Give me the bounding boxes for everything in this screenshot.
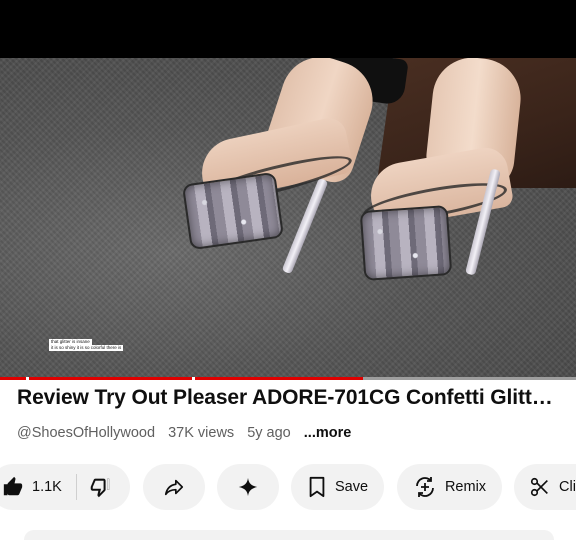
caption-line-2: it is so shiny it is so colorful there i…: [49, 345, 124, 351]
closed-caption: that glitter is insane it is so shiny it…: [49, 339, 124, 351]
bookmark-icon: [307, 476, 327, 498]
more-link[interactable]: ...more: [304, 425, 352, 441]
video-frame-platform-right: [359, 205, 453, 281]
video-title[interactable]: Review Try Out Pleaser ADORE-701CG Confe…: [17, 386, 562, 410]
view-count: 37K views: [168, 425, 235, 441]
remix-button[interactable]: Remix: [397, 464, 502, 510]
ask-button[interactable]: [217, 464, 279, 510]
clip-label: Cli: [559, 479, 576, 495]
channel-handle[interactable]: @ShoesOfHollywood: [17, 425, 155, 441]
comments-card-edge[interactable]: [24, 530, 554, 540]
sparkle-icon: [237, 476, 259, 498]
action-bar: 1.1K Save Remix Cli: [0, 464, 576, 512]
remix-label: Remix: [444, 479, 487, 495]
like-divider: [75, 474, 77, 500]
like-dislike-pill: 1.1K: [0, 464, 130, 510]
share-button[interactable]: [143, 464, 205, 510]
remix-icon: [413, 475, 437, 499]
upload-age: 5y ago: [247, 425, 291, 441]
save-button[interactable]: Save: [291, 464, 384, 510]
clip-button[interactable]: Cli: [514, 464, 576, 510]
video-details: Review Try Out Pleaser ADORE-701CG Confe…: [0, 380, 576, 540]
status-bar: [0, 0, 576, 58]
thumbs-up-icon[interactable]: [2, 476, 24, 498]
video-player[interactable]: that glitter is insane it is so shiny it…: [0, 58, 576, 380]
share-icon: [163, 476, 185, 498]
save-label: Save: [334, 479, 369, 495]
thumbs-down-icon[interactable]: [89, 476, 111, 498]
like-count[interactable]: 1.1K: [32, 479, 62, 495]
scissors-icon: [529, 476, 551, 498]
video-meta: @ShoesOfHollywood 37K views 5y ago ...mo…: [17, 425, 360, 441]
video-frame-platform-left: [181, 171, 285, 251]
